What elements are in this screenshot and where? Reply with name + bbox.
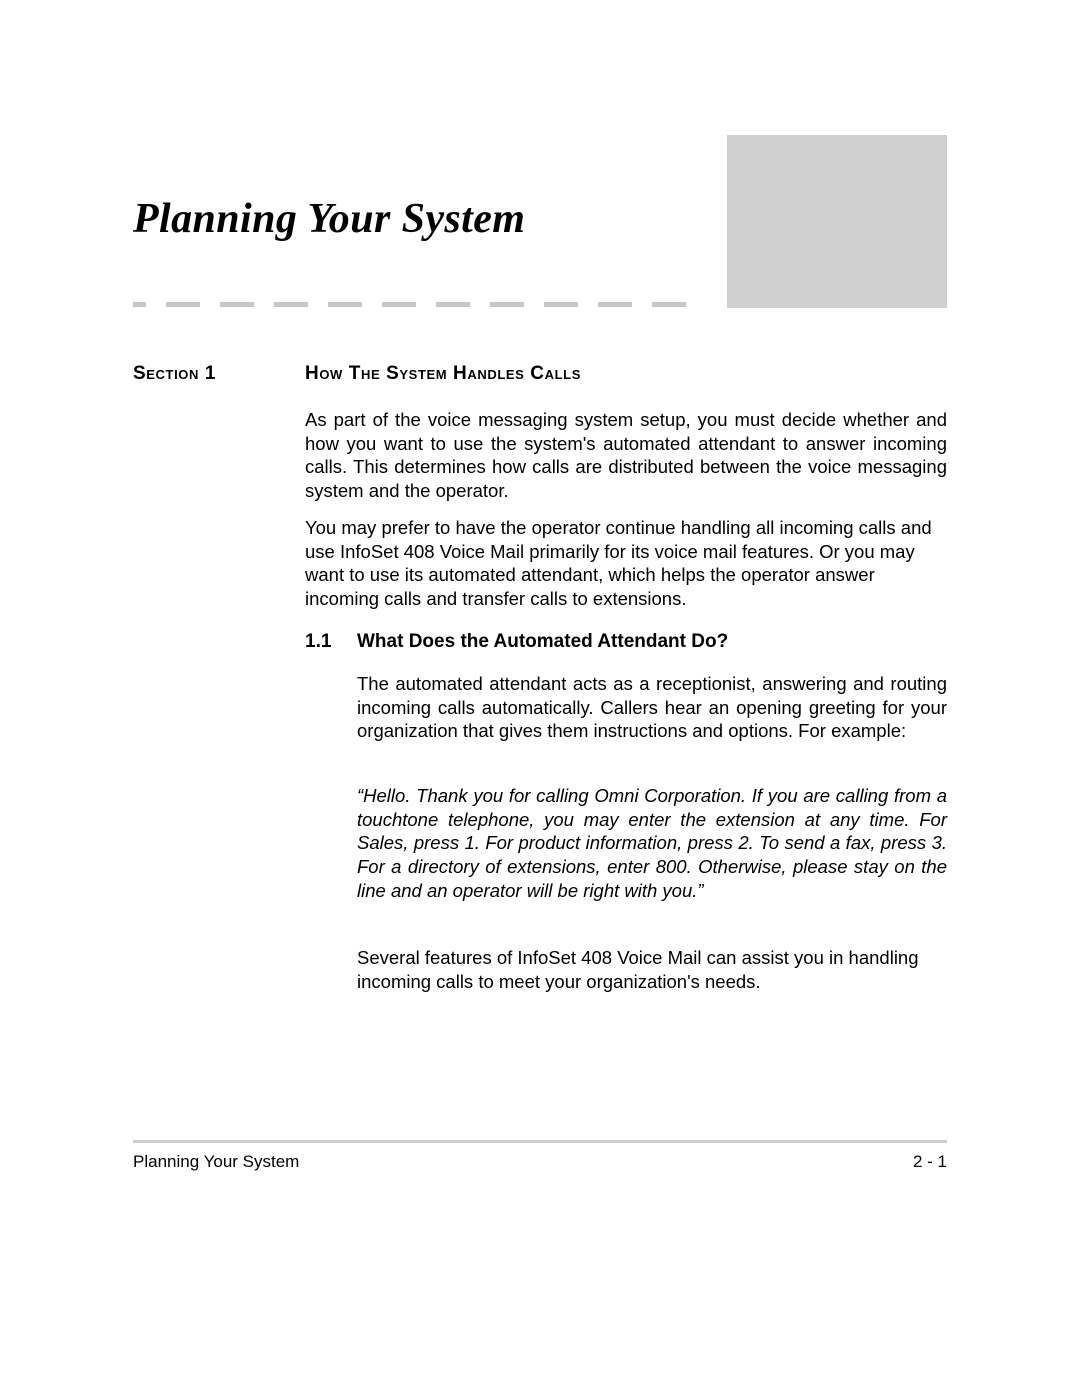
chapter-tab-decoration <box>727 135 947 308</box>
page-footer: Planning Your System 2 - 1 <box>133 1152 947 1172</box>
section-heading: Section 1 How The System Handles Calls <box>133 363 947 385</box>
section-paragraph: You may prefer to have the operator cont… <box>305 516 947 611</box>
section-title: How The System Handles Calls <box>305 363 581 385</box>
chapter-title: Planning Your System <box>133 195 525 243</box>
section-label: Section 1 <box>133 363 305 385</box>
footer-divider <box>133 1140 947 1143</box>
section-paragraph: As part of the voice messaging system se… <box>305 408 947 503</box>
subsection-paragraph: Several features of InfoSet 408 Voice Ma… <box>357 946 947 993</box>
subsection-example-quote: “Hello. Thank you for calling Omni Corpo… <box>357 784 947 902</box>
subsection-title: What Does the Automated Attendant Do? <box>357 631 728 653</box>
subsection-heading: 1.1 What Does the Automated Attendant Do… <box>305 631 947 653</box>
subsection-number: 1.1 <box>305 631 357 653</box>
footer-page-number: 2 - 1 <box>913 1152 947 1172</box>
page: Planning Your System Section 1 How The S… <box>0 0 1080 1397</box>
dashed-divider <box>133 302 717 307</box>
footer-left: Planning Your System <box>133 1152 299 1172</box>
subsection-paragraph: The automated attendant acts as a recept… <box>357 672 947 743</box>
